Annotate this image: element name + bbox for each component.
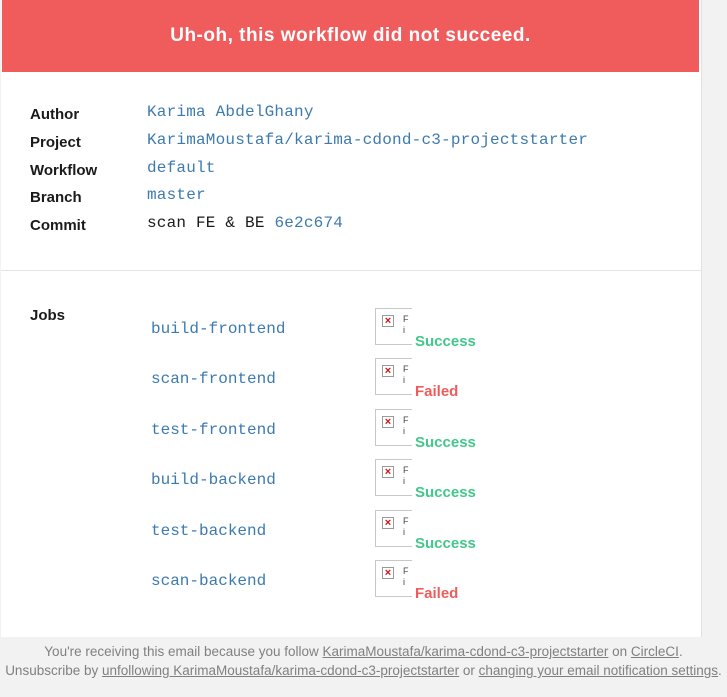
email-card	[1, 0, 702, 637]
footer-project-link[interactable]: KarimaMoustafa/karima-cdond-c3-projectst…	[323, 644, 609, 659]
notification-settings-link[interactable]: changing your email notification setting…	[479, 663, 718, 678]
failure-banner: Uh-oh, this workflow did not succeed.	[2, 0, 699, 72]
commit-value: scan FE & BE 6e2c674	[147, 214, 343, 232]
image-alt-text: F i	[403, 414, 409, 436]
author-value[interactable]: Karima AbdelGhany	[147, 103, 314, 121]
job-status-badge: Failed	[415, 585, 459, 602]
broken-image-icon: × F i	[375, 560, 412, 597]
broken-image-icon: × F i	[375, 459, 412, 497]
footer-text: Unsubscribe by	[5, 663, 102, 678]
workflow-label: Workflow	[30, 162, 98, 179]
section-divider	[1, 270, 701, 271]
footer-text: or	[459, 663, 479, 678]
footer-line-1: You're receiving this email because you …	[0, 642, 727, 661]
broken-image-x-icon: ×	[382, 466, 394, 479]
job-status-badge: Success	[415, 433, 476, 451]
image-alt-text: F i	[403, 465, 409, 487]
branch-link[interactable]: master	[147, 186, 206, 204]
banner-title: Uh-oh, this workflow did not succeed.	[170, 25, 531, 46]
author-label: Author	[30, 106, 80, 123]
commit-message: scan FE & BE	[147, 214, 265, 232]
broken-image-x-icon: ×	[382, 315, 394, 327]
footer-text: You're receiving this email because you …	[44, 644, 323, 659]
footer-line-2: Unsubscribe by unfollowing KarimaMoustaf…	[0, 661, 727, 680]
job-status-badge: Success	[415, 534, 476, 552]
broken-image-icon: × F i	[375, 509, 412, 547]
image-alt-text: F i	[403, 314, 409, 335]
image-alt-text: F i	[403, 515, 409, 537]
footer-text: .	[678, 644, 683, 659]
branch-label: Branch	[30, 189, 82, 206]
job-status-badge: Failed	[415, 383, 459, 401]
job-name-link[interactable]: build-frontend	[151, 320, 285, 338]
broken-image-icon: × F i	[375, 408, 412, 446]
job-name-link[interactable]: test-backend	[151, 522, 266, 540]
footer-text: .	[718, 663, 722, 678]
footer-text: on	[608, 644, 631, 659]
email-footer: You're receiving this email because you …	[0, 642, 727, 680]
commit-label: Commit	[30, 217, 86, 234]
footer-circleci-link[interactable]: CircleCI	[631, 644, 679, 659]
project-label: Project	[30, 134, 81, 151]
job-name-link[interactable]: test-frontend	[151, 421, 276, 439]
job-name-link[interactable]: scan-backend	[151, 572, 266, 590]
jobs-label: Jobs	[30, 307, 66, 324]
job-name-link[interactable]: scan-frontend	[151, 370, 276, 388]
project-link[interactable]: KarimaMoustafa/karima-cdond-c3-projectst…	[147, 131, 588, 149]
image-alt-text: F i	[403, 566, 409, 587]
image-alt-text: F i	[403, 364, 409, 386]
broken-image-x-icon: ×	[382, 567, 394, 579]
broken-image-icon: × F i	[375, 308, 412, 345]
job-status-badge: Success	[415, 333, 476, 350]
unfollow-link[interactable]: unfollowing KarimaMoustafa/karima-cdond-…	[102, 663, 459, 678]
job-name-link[interactable]: build-backend	[151, 471, 276, 489]
broken-image-x-icon: ×	[382, 516, 394, 529]
commit-hash-link[interactable]: 6e2c674	[274, 214, 343, 232]
workflow-link[interactable]: default	[147, 159, 216, 177]
broken-image-x-icon: ×	[382, 365, 394, 378]
job-status-badge: Success	[415, 484, 476, 502]
broken-image-icon: × F i	[375, 358, 412, 396]
broken-image-x-icon: ×	[382, 415, 394, 428]
